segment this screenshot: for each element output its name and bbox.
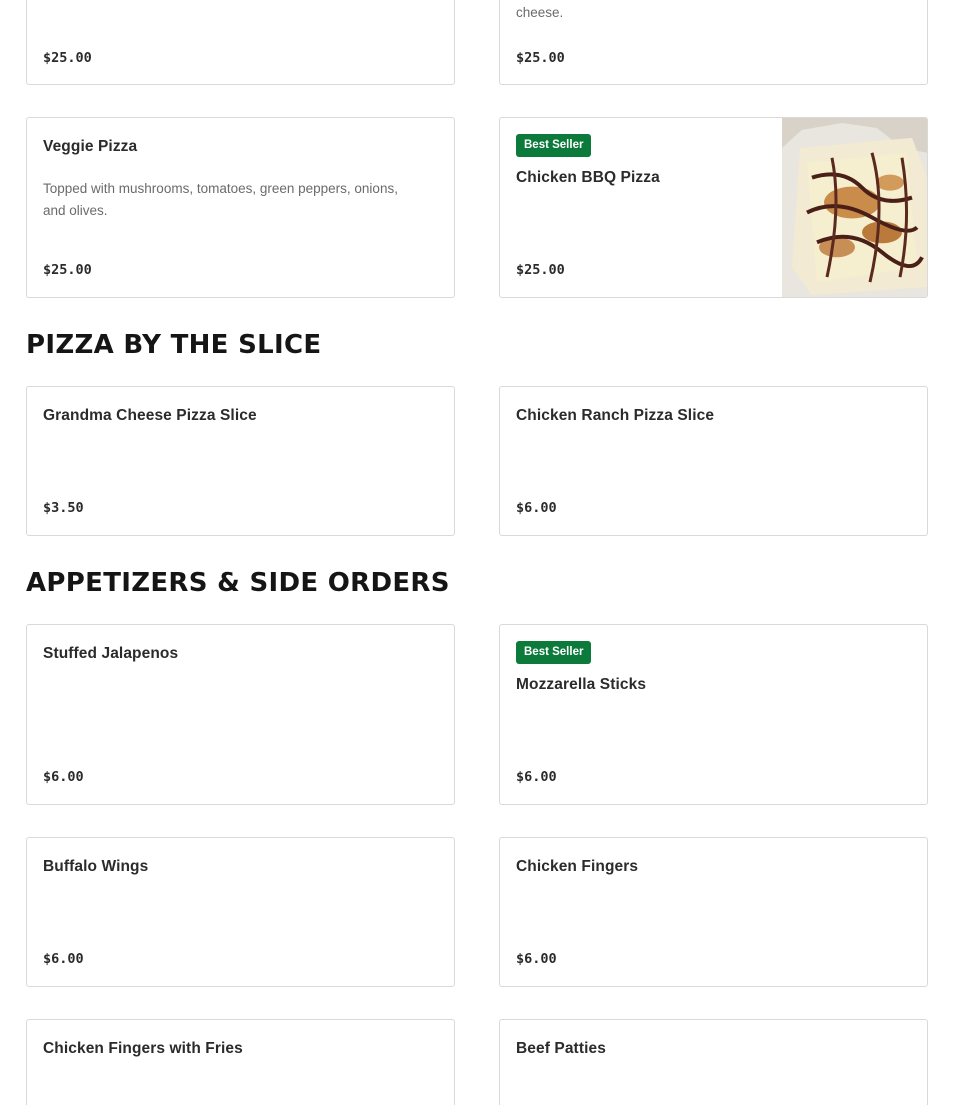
item-price: $25.00 <box>43 50 92 66</box>
item-name: Chicken Fingers <box>516 858 639 875</box>
item-price: $3.50 <box>43 500 84 516</box>
item-price: $25.00 <box>516 50 565 66</box>
item-name: Mozzarella Sticks <box>516 676 647 693</box>
menu-item-card-chicken-fingers-with-fries[interactable]: Chicken Fingers with Fries <box>26 1019 455 1105</box>
item-price: $25.00 <box>516 262 565 278</box>
menu-item-card-chicken-ranch-slice[interactable]: Chicken Ranch Pizza Slice $6.00 <box>499 386 928 536</box>
menu-item-card-partial-left[interactable]: $25.00 <box>26 0 455 85</box>
item-name: Stuffed Jalapenos <box>43 645 179 662</box>
menu-item-card-stuffed-jalapenos[interactable]: Stuffed Jalapenos $6.00 <box>26 624 455 805</box>
item-price: $6.00 <box>43 951 84 967</box>
pizza-photo-icon <box>782 118 927 297</box>
section-heading-appetizers: APPETIZERS & SIDE ORDERS <box>26 568 450 598</box>
item-name: Grandma Cheese Pizza Slice <box>43 407 257 424</box>
item-price: $6.00 <box>516 951 557 967</box>
item-description: Topped with mushrooms, tomatoes, green p… <box>43 181 398 218</box>
item-name: Chicken Ranch Pizza Slice <box>516 407 715 424</box>
menu-item-card-partial-right[interactable]: cheese. $25.00 <box>499 0 928 85</box>
item-name: Chicken BBQ Pizza <box>516 169 660 186</box>
item-price: $25.00 <box>43 262 92 278</box>
best-seller-badge: Best Seller <box>516 134 592 157</box>
section-heading-pizza-by-the-slice: PIZZA BY THE SLICE <box>26 330 322 360</box>
menu-item-card-mozzarella-sticks[interactable]: Best Seller Mozzarella Sticks $6.00 <box>499 624 928 805</box>
menu-item-card-chicken-bbq-pizza[interactable]: Best Seller Chicken BBQ Pizza $25.00 <box>499 117 928 298</box>
item-name: Buffalo Wings <box>43 858 149 875</box>
item-description: cheese. <box>516 5 564 20</box>
best-seller-badge: Best Seller <box>516 641 592 664</box>
item-name: Beef Patties <box>516 1040 606 1057</box>
item-price: $6.00 <box>43 769 84 785</box>
item-price: $6.00 <box>516 769 557 785</box>
menu-item-card-grandma-cheese-slice[interactable]: Grandma Cheese Pizza Slice $3.50 <box>26 386 455 536</box>
item-price: $6.00 <box>516 500 557 516</box>
menu-item-card-buffalo-wings[interactable]: Buffalo Wings $6.00 <box>26 837 455 987</box>
item-name: Veggie Pizza <box>43 138 138 155</box>
menu-item-card-veggie-pizza[interactable]: Veggie Pizza Topped with mushrooms, toma… <box>26 117 455 298</box>
item-name: Chicken Fingers with Fries <box>43 1040 243 1057</box>
menu-item-card-chicken-fingers[interactable]: Chicken Fingers $6.00 <box>499 837 928 987</box>
menu-item-card-beef-patties[interactable]: Beef Patties <box>499 1019 928 1105</box>
